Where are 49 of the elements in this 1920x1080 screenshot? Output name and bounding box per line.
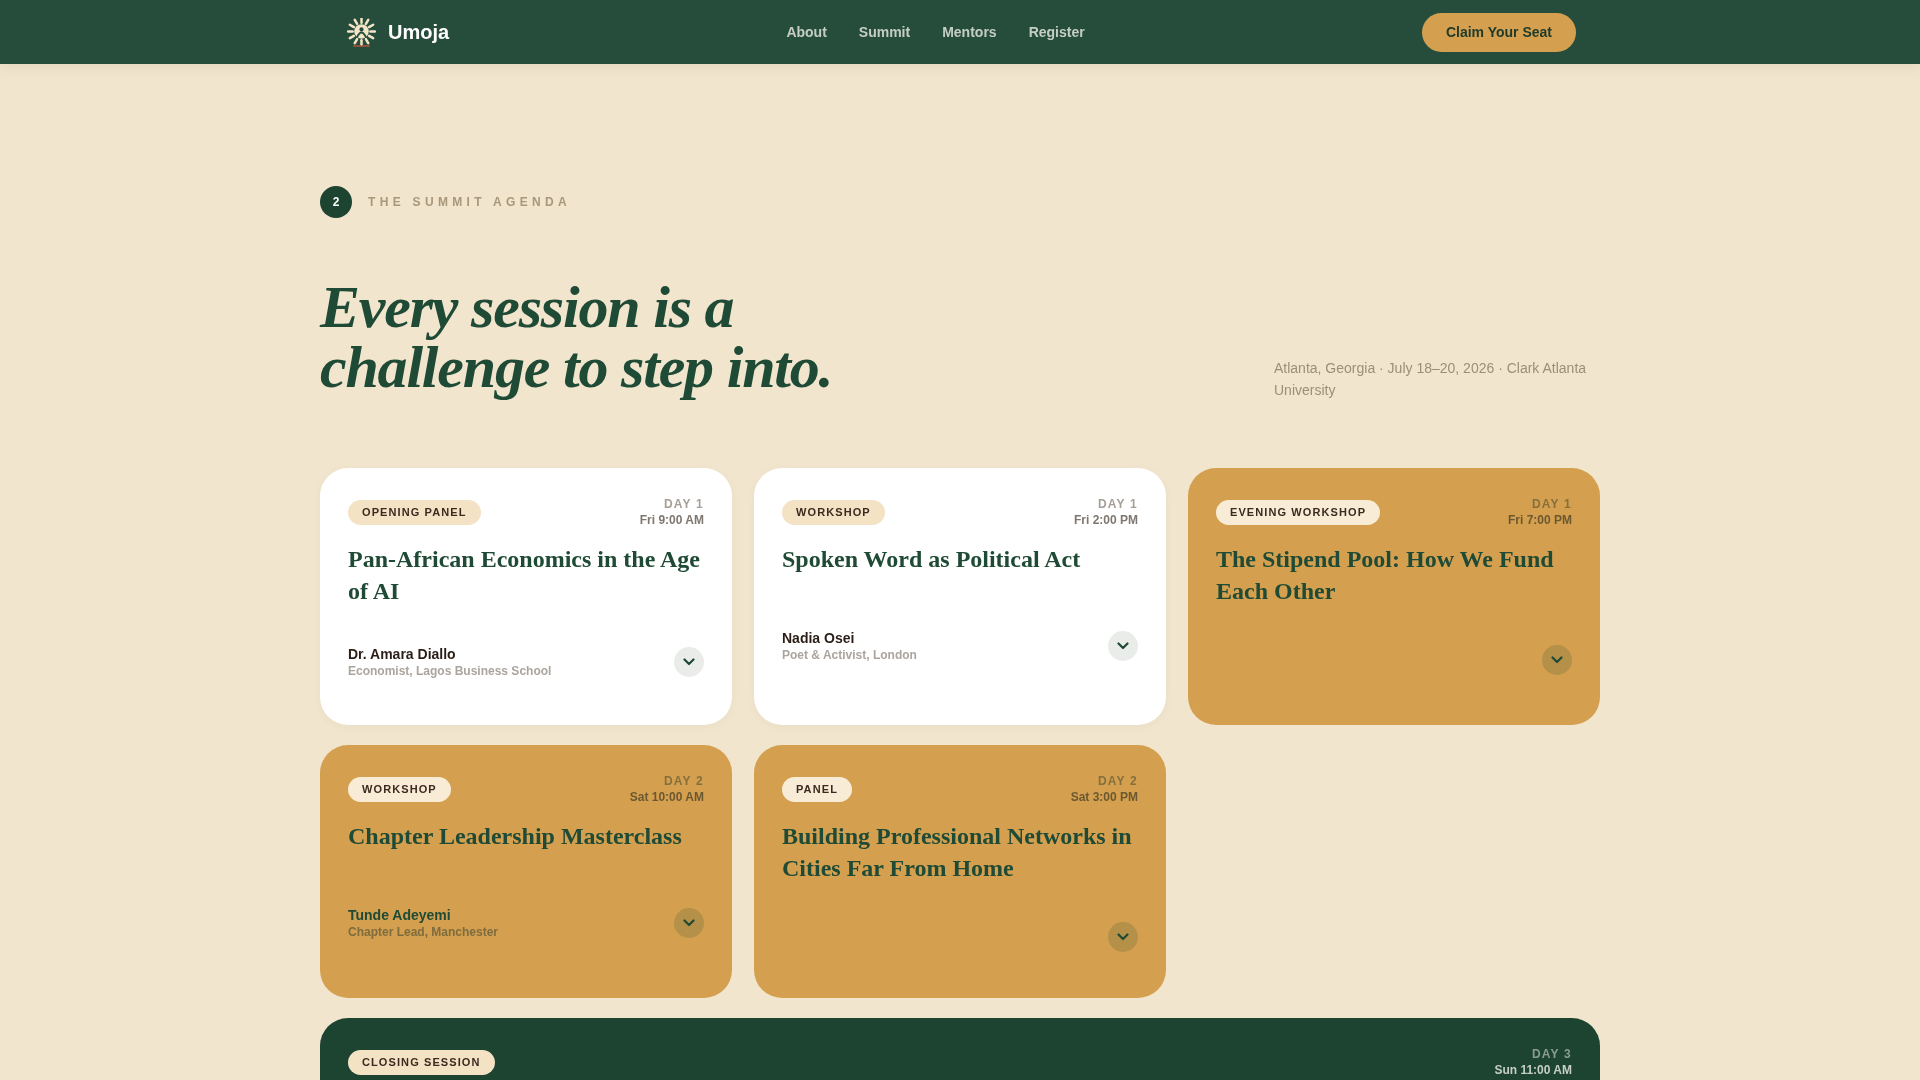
session-type-tag: WORKSHOP	[348, 776, 451, 802]
chevron-down-icon	[1551, 656, 1563, 664]
chevron-down-icon	[683, 919, 695, 927]
session-type-tag: EVENING WORKSHOP	[1216, 499, 1381, 525]
session-day: DAY 1	[663, 496, 704, 512]
session-day: DAY 1	[1097, 496, 1138, 512]
chevron-down-icon	[1117, 933, 1129, 941]
nav-link[interactable]: Mentors	[942, 24, 997, 40]
sun-logo-icon	[347, 17, 376, 47]
session-time: Fri 9:00 AM	[639, 512, 704, 528]
session-day: DAY 3	[1531, 1046, 1572, 1062]
expand-button[interactable]	[1542, 645, 1572, 675]
section-eyebrow: THE SUMMIT AGENDA	[368, 195, 571, 209]
session-time: Fri 7:00 PM	[1507, 512, 1572, 528]
expand-button[interactable]	[1108, 922, 1138, 952]
session-title: Chapter Leadership Masterclass	[348, 822, 683, 851]
section-number: 2	[320, 186, 352, 218]
claim-seat-button[interactable]: Claim Your Seat	[1421, 12, 1576, 52]
session-day: DAY 2	[1097, 773, 1138, 789]
session-day: DAY 2	[663, 773, 704, 789]
expand-button[interactable]	[674, 908, 704, 938]
speaker-role: Poet & Activist, London	[782, 647, 917, 663]
session-title: Building Professional Networks in Cities Far From Home	[782, 822, 1133, 883]
event-details: Atlanta, Georgia · July 18–20, 2026 · Clark Atlanta University	[1274, 359, 1588, 400]
nav-link[interactable]: Register	[1028, 24, 1085, 40]
nav-link[interactable]: About	[786, 24, 827, 40]
chevron-down-icon	[1117, 642, 1129, 650]
session-day: DAY 1	[1531, 496, 1572, 512]
session-title: Pan-African Economics in the Age of AI	[348, 545, 701, 606]
speaker-name: Tunde Adeyemi	[348, 906, 452, 924]
session-time: Sun 11:00 AM	[1494, 1062, 1572, 1078]
session-title: The Stipend Pool: How We Fund Each Other	[1216, 545, 1555, 606]
expand-button[interactable]	[674, 647, 704, 677]
session-type-tag: WORKSHOP	[782, 499, 885, 525]
speaker-name: Dr. Amara Diallo	[348, 645, 457, 663]
speaker-role: Chapter Lead, Manchester	[348, 924, 499, 940]
session-type-tag: PANEL	[782, 776, 852, 802]
speaker-name: Nadia Osei	[782, 629, 856, 647]
speaker-role: Economist, Lagos Business School	[348, 663, 552, 679]
session-type-tag: CLOSING SESSION	[348, 1049, 495, 1075]
session-type-tag: OPENING PANEL	[348, 499, 481, 525]
session-time: Sat 10:00 AM	[629, 789, 704, 805]
nav-link[interactable]: Summit	[858, 24, 911, 40]
session-time: Fri 2:00 PM	[1073, 512, 1138, 528]
brand-link[interactable]: Umoja	[347, 17, 450, 47]
session-title: Spoken Word as Political Act	[782, 545, 1082, 574]
session-time: Sat 3:00 PM	[1070, 789, 1138, 805]
expand-button[interactable]	[1108, 631, 1138, 661]
chevron-down-icon	[683, 658, 695, 666]
